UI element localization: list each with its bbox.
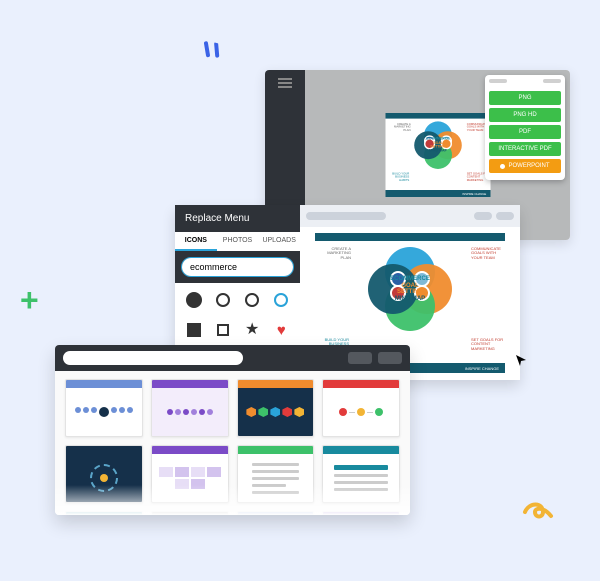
canvas-toolbar — [300, 205, 520, 227]
label-tl: CREATE A MARKETING PLAN — [386, 123, 410, 132]
result-circle-filled[interactable] — [181, 287, 206, 313]
result-circle-outline[interactable] — [210, 287, 235, 313]
center-l2: GOAL — [385, 282, 435, 289]
label-br: SET GOALS FOR CONTENT MARKETING — [471, 338, 505, 351]
infographic-preview: CREATE A MARKETING PLAN COMMUNICATE GOAL… — [385, 113, 490, 197]
export-option-interactive-pdf[interactable]: INTERACTIVE PDF — [489, 142, 561, 156]
search-input[interactable] — [182, 258, 294, 276]
center-l1: ECOMMERCE — [385, 276, 435, 283]
template-project-purple[interactable] — [151, 379, 229, 437]
tab-uploads[interactable]: UPLOADS — [258, 232, 300, 251]
gallery-toolbar-btn-1[interactable] — [348, 352, 372, 364]
template-gallery-window — [55, 345, 410, 515]
decorative-plus-icon: + — [20, 282, 39, 319]
label-bl: BUILD YOUR BUSINESS HABITS — [385, 172, 409, 181]
export-panel: PNG PNG HD PDF INTERACTIVE PDF POWERPOIN… — [485, 75, 565, 180]
result-circle-outline-blue[interactable] — [269, 287, 294, 313]
center-l4: MIND MAP — [385, 296, 435, 303]
result-heart[interactable]: ♥ — [269, 317, 294, 343]
template-honeycomb-dark[interactable] — [237, 379, 315, 437]
export-option-pdf[interactable]: PDF — [489, 125, 561, 139]
icon-search — [181, 257, 294, 277]
infographic-footer: INSPIRE CHANGE — [385, 190, 490, 197]
template-mindmap-blue[interactable] — [65, 379, 143, 437]
center-l3: SETTING — [385, 289, 435, 296]
gallery-toolbar — [55, 345, 410, 371]
decorative-lines-icon — [197, 40, 225, 72]
result-square-filled[interactable] — [181, 317, 206, 343]
center-l4: MIND MAP — [424, 149, 452, 153]
hamburger-icon[interactable] — [278, 78, 292, 88]
export-option-png[interactable]: PNG — [489, 91, 561, 105]
template-flow-red[interactable] — [322, 379, 400, 437]
tab-photos[interactable]: PHOTOS — [217, 232, 259, 251]
export-option-powerpoint[interactable]: POWERPOINT — [489, 159, 561, 173]
gallery-fade — [55, 485, 410, 515]
tab-icons[interactable]: ICONS — [175, 232, 217, 251]
export-option-png-hd[interactable]: PNG HD — [489, 108, 561, 122]
label-tl: CREATE A MARKETING PLAN — [317, 247, 351, 260]
decorative-swirl-icon — [521, 498, 555, 531]
replace-menu-tabs: ICONS PHOTOS UPLOADS — [175, 232, 300, 251]
result-star[interactable]: ★ — [240, 317, 265, 343]
label-tr: COMMUNICATE GOALS WITH YOUR TEAM — [471, 247, 505, 260]
result-square-outline[interactable] — [210, 317, 235, 343]
result-circle-outline-2[interactable] — [240, 287, 265, 313]
gallery-search-input[interactable] — [63, 351, 243, 365]
gallery-toolbar-btn-2[interactable] — [378, 352, 402, 364]
cursor-icon — [515, 354, 528, 370]
replace-menu-title: Replace Menu — [175, 205, 300, 232]
